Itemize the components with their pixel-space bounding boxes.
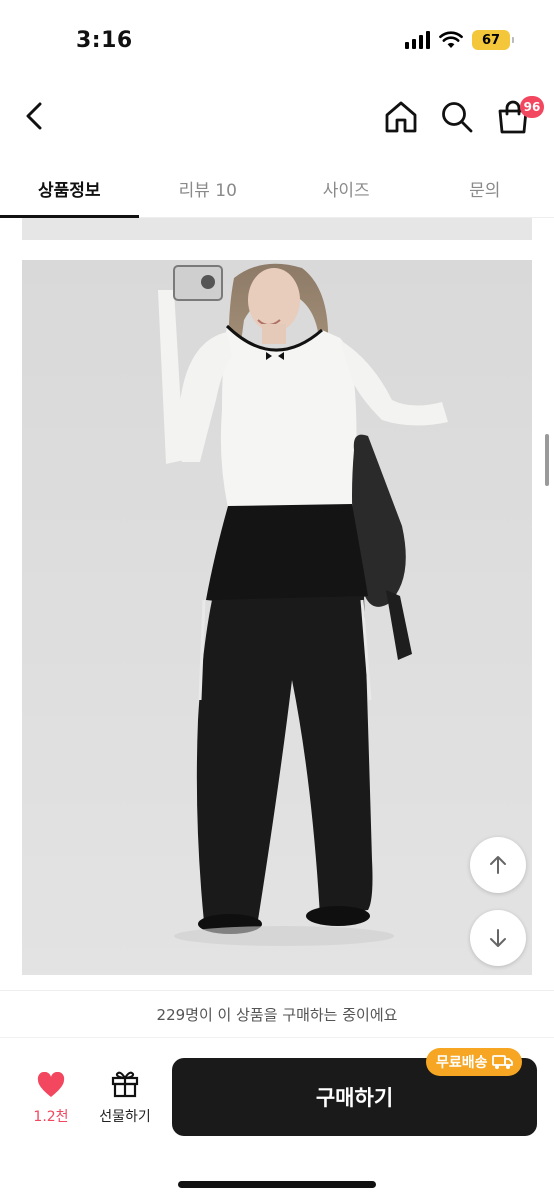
bottom-action-bar: 1.2천 선물하기 구매하기 무료배송	[0, 1038, 554, 1200]
search-icon	[442, 102, 473, 133]
home-icon	[385, 101, 417, 133]
back-button[interactable]	[18, 96, 54, 136]
product-tabs: 상품정보 리뷰 10 사이즈 문의	[0, 160, 554, 218]
scroll-down-button[interactable]	[470, 910, 526, 966]
battery-icon: 67	[472, 30, 514, 50]
home-button[interactable]	[382, 98, 420, 136]
free-shipping-label: 무료배송	[436, 1055, 488, 1071]
gift-button[interactable]: 선물하기	[92, 1068, 158, 1126]
scrollbar[interactable]	[545, 434, 549, 486]
purchase-activity-notice: 229명이 이 상품을 구매하는 중이에요	[0, 990, 554, 1038]
previous-image-edge	[22, 218, 532, 240]
gift-label: 선물하기	[99, 1109, 151, 1125]
like-button[interactable]: 1.2천	[26, 1071, 76, 1126]
search-button[interactable]	[438, 98, 476, 136]
tab-size[interactable]: 사이즈	[277, 160, 416, 217]
tab-inquiry[interactable]: 문의	[416, 160, 554, 217]
app-header	[0, 82, 554, 152]
wifi-icon	[439, 31, 463, 48]
gift-icon	[111, 1071, 139, 1098]
delivery-truck-icon	[491, 1055, 513, 1069]
back-arrow-icon	[26, 102, 42, 130]
battery-level: 67	[481, 32, 501, 48]
arrow-up-icon	[490, 856, 506, 874]
tab-product-info[interactable]: 상품정보	[0, 160, 139, 218]
cart-count-badge: 96	[520, 96, 544, 118]
product-photo-illustration	[22, 260, 532, 975]
tab-reviews[interactable]: 리뷰 10	[139, 160, 278, 217]
status-indicators: 67	[405, 30, 514, 50]
heart-icon	[37, 1071, 65, 1097]
status-bar: 3:16 67	[0, 0, 554, 82]
arrow-down-icon	[490, 929, 506, 947]
free-shipping-badge: 무료배송	[426, 1048, 522, 1076]
scroll-up-button[interactable]	[470, 837, 526, 893]
home-indicator[interactable]	[178, 1181, 376, 1188]
cellular-signal-icon	[405, 31, 430, 49]
like-count: 1.2천	[33, 1109, 69, 1125]
status-time: 3:16	[76, 28, 133, 53]
product-photo	[22, 260, 532, 975]
